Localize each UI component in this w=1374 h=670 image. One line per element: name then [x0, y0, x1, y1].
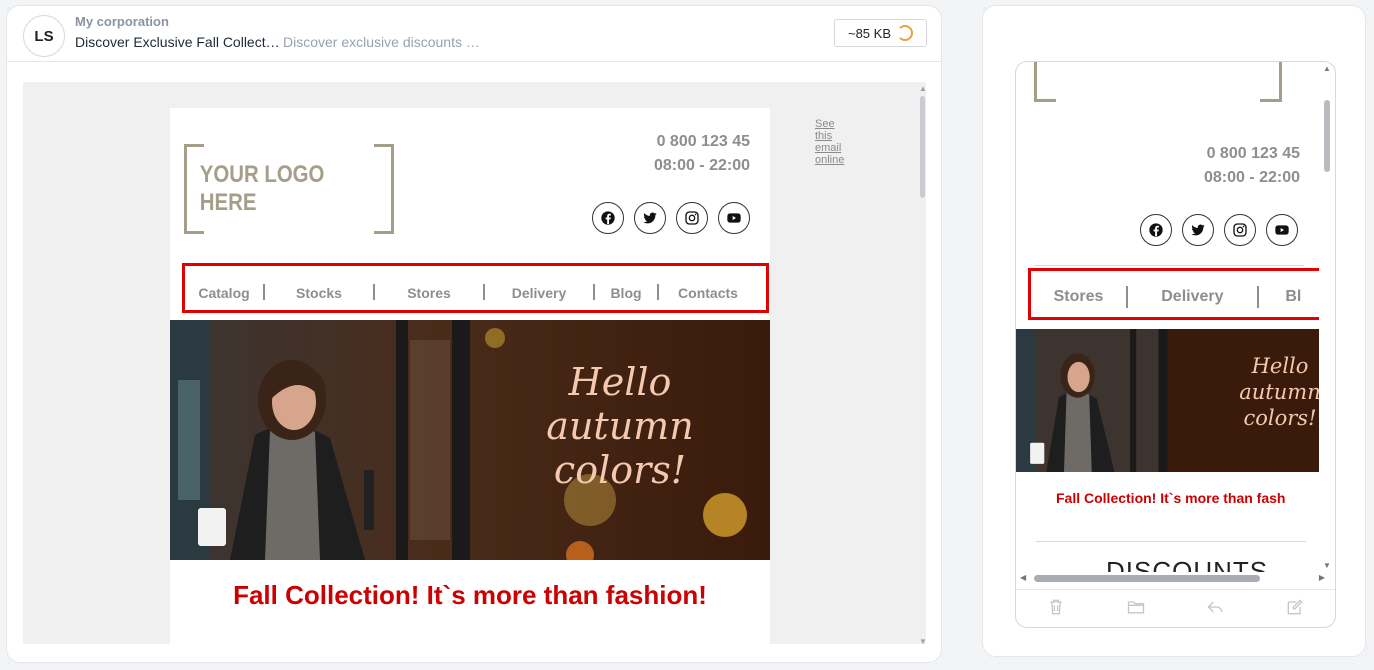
- scroll-left-icon[interactable]: ◀: [1020, 573, 1026, 582]
- phone-number: 0 800 123 45: [656, 133, 750, 150]
- facebook-icon[interactable]: [1140, 214, 1172, 246]
- size-badge: ~85 KB: [834, 19, 927, 47]
- instagram-icon[interactable]: [1224, 214, 1256, 246]
- nav-menu: Stores Delivery Bl: [1028, 268, 1319, 320]
- trash-icon[interactable]: [1046, 597, 1066, 622]
- phone-number: 0 800 123 45: [1206, 145, 1300, 162]
- scroll-down-icon[interactable]: ▼: [1323, 561, 1331, 570]
- hero-line-1: Hello: [1251, 354, 1309, 378]
- desktop-email-viewport[interactable]: See this email online YOUR LOGO HERE 0 8…: [23, 82, 926, 644]
- instagram-icon[interactable]: [676, 202, 708, 234]
- social-links: [592, 202, 750, 234]
- contact-info: 0 800 123 45 08:00 - 22:00: [654, 130, 750, 178]
- menu-item-blog[interactable]: Blog: [595, 275, 657, 301]
- contact-info: 0 800 123 45 08:00 - 22:00: [1156, 142, 1300, 190]
- hero-banner: Hello autumn colors!: [170, 320, 770, 560]
- scroll-up-icon[interactable]: ▲: [1323, 64, 1331, 73]
- menu-item-catalog[interactable]: Catalog: [185, 275, 263, 301]
- sender-name: My corporation: [75, 14, 169, 29]
- opening-hours: 08:00 - 22:00: [653, 157, 750, 174]
- hero-banner: Hello autumn colors!: [1016, 329, 1319, 472]
- mobile-horizontal-scrollbar[interactable]: ◀ ▶: [1016, 572, 1325, 586]
- loading-spinner-icon: [897, 25, 913, 41]
- nav-menu: Catalog Stocks Stores Delivery Blog Cont…: [182, 263, 769, 313]
- desktop-preview-card: LS My corporation Discover Exclusive Fal…: [6, 5, 942, 663]
- avatar: LS: [23, 15, 65, 57]
- email-subject: Discover Exclusive Fall Collect…: [75, 34, 280, 50]
- mobile-preview-card: 0 800 123 45 08:00 - 22:00 Stores Delive…: [982, 5, 1366, 657]
- youtube-icon[interactable]: [1266, 214, 1298, 246]
- twitter-icon[interactable]: [634, 202, 666, 234]
- scroll-thumb[interactable]: [1034, 575, 1260, 582]
- scroll-down-icon[interactable]: ▼: [919, 637, 927, 646]
- mobile-vertical-scrollbar[interactable]: ▲ ▼: [1321, 62, 1333, 572]
- menu-item-delivery[interactable]: Delivery: [1128, 282, 1257, 306]
- hero-line-3: colors!: [1243, 406, 1317, 430]
- youtube-icon[interactable]: [718, 202, 750, 234]
- folder-icon[interactable]: [1126, 597, 1146, 622]
- hero-line-1: Hello: [568, 360, 672, 404]
- logo-placeholder: YOUR LOGO HERE: [184, 144, 394, 234]
- menu-item-delivery[interactable]: Delivery: [485, 275, 593, 301]
- twitter-icon[interactable]: [1182, 214, 1214, 246]
- desktop-scrollbar[interactable]: ▲ ▼: [918, 82, 928, 646]
- logo-text: YOUR LOGO HERE: [199, 161, 325, 216]
- divider: [1036, 541, 1306, 542]
- logo-placeholder: [1034, 62, 1282, 102]
- size-value: ~85 KB: [847, 25, 891, 41]
- email-body: See this email online YOUR LOGO HERE 0 8…: [170, 108, 844, 644]
- scroll-thumb[interactable]: [1324, 100, 1330, 172]
- facebook-icon[interactable]: [592, 202, 624, 234]
- menu-item-stocks[interactable]: Stocks: [265, 275, 373, 301]
- opening-hours: 08:00 - 22:00: [1203, 169, 1300, 186]
- see-online-link[interactable]: See this email online: [815, 118, 844, 166]
- hero-line-2: autumn: [546, 404, 694, 448]
- email-preheader: Discover exclusive discounts …: [283, 34, 480, 50]
- discounts-heading: DISCOUNTS: [1106, 556, 1269, 572]
- mobile-mail-toolbar: [1016, 589, 1335, 627]
- mobile-email-viewport[interactable]: 0 800 123 45 08:00 - 22:00 Stores Delive…: [1016, 62, 1319, 572]
- scroll-thumb[interactable]: [920, 96, 925, 198]
- menu-item-stores[interactable]: Stores: [375, 275, 483, 301]
- menu-item-stores[interactable]: Stores: [1031, 282, 1126, 306]
- scroll-right-icon[interactable]: ▶: [1319, 573, 1325, 582]
- reply-icon[interactable]: [1205, 597, 1225, 622]
- menu-item-contacts[interactable]: Contacts: [659, 275, 757, 301]
- hero-line-3: colors!: [553, 448, 687, 492]
- menu-item-blog[interactable]: Bl: [1259, 282, 1319, 306]
- mobile-frame: 0 800 123 45 08:00 - 22:00 Stores Delive…: [1015, 61, 1336, 628]
- scroll-up-icon[interactable]: ▲: [919, 84, 927, 93]
- collection-headline: Fall Collection! It`s more than fashion!: [233, 580, 707, 610]
- hero-line-2: autumn: [1239, 380, 1319, 404]
- email-header: LS My corporation Discover Exclusive Fal…: [7, 6, 941, 62]
- compose-icon[interactable]: [1285, 597, 1305, 622]
- social-links: [1140, 214, 1298, 246]
- divider: [1034, 265, 1304, 266]
- collection-headline: Fall Collection! It`s more than fash: [1056, 490, 1286, 506]
